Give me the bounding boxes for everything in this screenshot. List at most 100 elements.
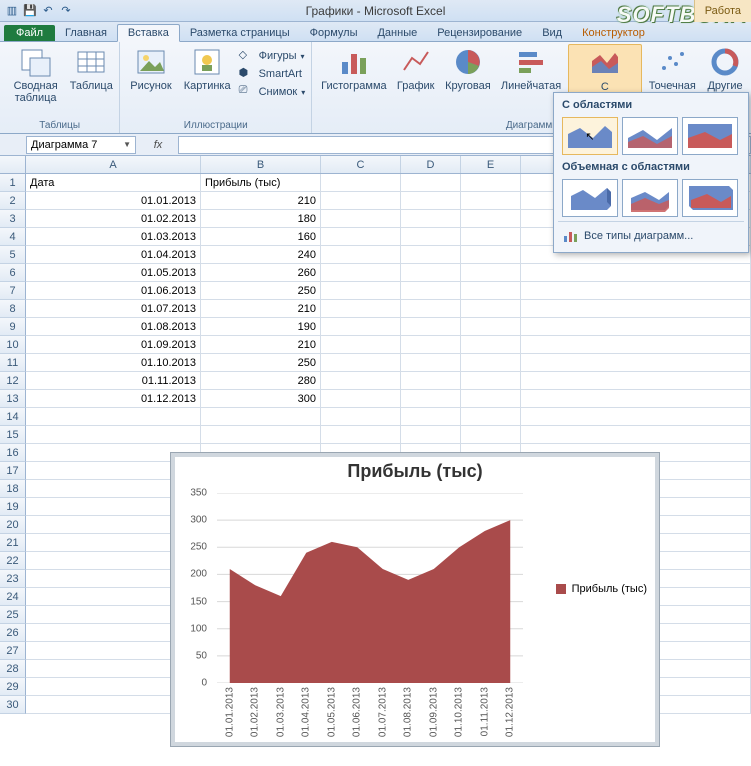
cell[interactable] xyxy=(461,390,521,408)
cell[interactable]: 01.06.2013 xyxy=(26,282,201,300)
cell[interactable]: 260 xyxy=(201,264,321,282)
cell[interactable] xyxy=(461,174,521,192)
col-header-A[interactable]: A xyxy=(26,156,201,173)
cell[interactable] xyxy=(461,336,521,354)
cell[interactable]: 01.05.2013 xyxy=(26,264,201,282)
cell[interactable] xyxy=(321,408,401,426)
area-chart-type-2[interactable] xyxy=(622,117,678,155)
line-chart-button[interactable]: График xyxy=(394,44,438,94)
cell[interactable]: 250 xyxy=(201,282,321,300)
area-chart-type-1[interactable]: ↖ xyxy=(562,117,618,155)
cell[interactable] xyxy=(401,210,461,228)
cell[interactable] xyxy=(461,282,521,300)
cell[interactable] xyxy=(401,354,461,372)
cell[interactable]: 01.02.2013 xyxy=(26,210,201,228)
cell[interactable]: 01.12.2013 xyxy=(26,390,201,408)
cell[interactable] xyxy=(321,192,401,210)
smartart-button[interactable]: ⬢SmartArt xyxy=(239,66,306,82)
pie-chart-button[interactable]: Круговая xyxy=(442,44,494,94)
cell[interactable] xyxy=(461,354,521,372)
cell[interactable] xyxy=(201,408,321,426)
cell[interactable]: 210 xyxy=(201,192,321,210)
col-header-B[interactable]: B xyxy=(201,156,321,173)
cell[interactable] xyxy=(401,174,461,192)
cell[interactable] xyxy=(401,228,461,246)
bar-chart-button[interactable]: Линейчатая xyxy=(498,44,564,94)
row-header[interactable]: 2 xyxy=(0,192,26,210)
cell[interactable] xyxy=(461,264,521,282)
row-header[interactable]: 21 xyxy=(0,534,26,552)
cell[interactable] xyxy=(201,426,321,444)
tab-формулы[interactable]: Формулы xyxy=(300,25,368,41)
cell[interactable]: 160 xyxy=(201,228,321,246)
cell[interactable] xyxy=(461,228,521,246)
tab-вид[interactable]: Вид xyxy=(532,25,572,41)
cell[interactable] xyxy=(321,390,401,408)
cell[interactable]: 01.09.2013 xyxy=(26,336,201,354)
row-header[interactable]: 1 xyxy=(0,174,26,192)
cell[interactable] xyxy=(321,300,401,318)
cell[interactable]: 01.04.2013 xyxy=(26,246,201,264)
screenshot-button[interactable]: ⎚Снимок▾ xyxy=(239,84,306,100)
cell[interactable] xyxy=(401,336,461,354)
cell[interactable] xyxy=(401,390,461,408)
select-all-corner[interactable] xyxy=(0,156,26,173)
row-header[interactable]: 8 xyxy=(0,300,26,318)
table-button[interactable]: Таблица xyxy=(69,44,113,94)
cell[interactable] xyxy=(401,426,461,444)
cell[interactable] xyxy=(401,192,461,210)
cell[interactable] xyxy=(461,426,521,444)
row-header[interactable]: 17 xyxy=(0,462,26,480)
row-header[interactable]: 23 xyxy=(0,570,26,588)
cell[interactable] xyxy=(401,282,461,300)
scatter-chart-button[interactable]: Точечная xyxy=(646,44,700,94)
save-icon[interactable]: 💾 xyxy=(22,3,38,19)
cell[interactable]: 01.07.2013 xyxy=(26,300,201,318)
chevron-down-icon[interactable]: ▼ xyxy=(123,140,131,149)
tab-вставка[interactable]: Вставка xyxy=(117,24,180,42)
cell[interactable] xyxy=(321,336,401,354)
row-header[interactable]: 10 xyxy=(0,336,26,354)
area3d-chart-type-3[interactable] xyxy=(682,179,738,217)
cell[interactable] xyxy=(401,408,461,426)
cell[interactable] xyxy=(461,372,521,390)
cell[interactable]: 210 xyxy=(201,336,321,354)
row-header[interactable]: 24 xyxy=(0,588,26,606)
col-header-C[interactable]: C xyxy=(321,156,401,173)
col-header-D[interactable]: D xyxy=(401,156,461,173)
cell[interactable] xyxy=(321,228,401,246)
cell[interactable] xyxy=(401,318,461,336)
tab-данные[interactable]: Данные xyxy=(367,25,427,41)
cell[interactable]: 280 xyxy=(201,372,321,390)
cell[interactable] xyxy=(321,210,401,228)
cell[interactable]: 01.08.2013 xyxy=(26,318,201,336)
cell[interactable] xyxy=(461,192,521,210)
picture-button[interactable]: Рисунок xyxy=(126,44,176,94)
cell[interactable]: 01.03.2013 xyxy=(26,228,201,246)
row-header[interactable]: 20 xyxy=(0,516,26,534)
tab-рецензирование[interactable]: Рецензирование xyxy=(427,25,532,41)
row-header[interactable]: 27 xyxy=(0,642,26,660)
cell[interactable] xyxy=(401,264,461,282)
cell[interactable]: 180 xyxy=(201,210,321,228)
row-header[interactable]: 3 xyxy=(0,210,26,228)
cell[interactable]: 01.10.2013 xyxy=(26,354,201,372)
tab-главная[interactable]: Главная xyxy=(55,25,117,41)
row-header[interactable]: 14 xyxy=(0,408,26,426)
cell[interactable]: 240 xyxy=(201,246,321,264)
cell[interactable]: Дата xyxy=(26,174,201,192)
embedded-chart[interactable]: Прибыль (тыс) 050100150200250300350 01.0… xyxy=(170,452,660,747)
row-header[interactable]: 19 xyxy=(0,498,26,516)
row-header[interactable]: 25 xyxy=(0,606,26,624)
tab-разметка страницы[interactable]: Разметка страницы xyxy=(180,25,300,41)
cell[interactable] xyxy=(321,426,401,444)
pivot-table-button[interactable]: Сводная таблица xyxy=(6,44,65,106)
context-tab-work[interactable]: Работа xyxy=(694,0,751,22)
row-header[interactable]: 5 xyxy=(0,246,26,264)
undo-icon[interactable]: ↶ xyxy=(40,3,56,19)
row-header[interactable]: 15 xyxy=(0,426,26,444)
row-header[interactable]: 30 xyxy=(0,696,26,714)
area3d-chart-type-2[interactable] xyxy=(622,179,678,217)
cell[interactable]: 01.01.2013 xyxy=(26,192,201,210)
row-header[interactable]: 6 xyxy=(0,264,26,282)
